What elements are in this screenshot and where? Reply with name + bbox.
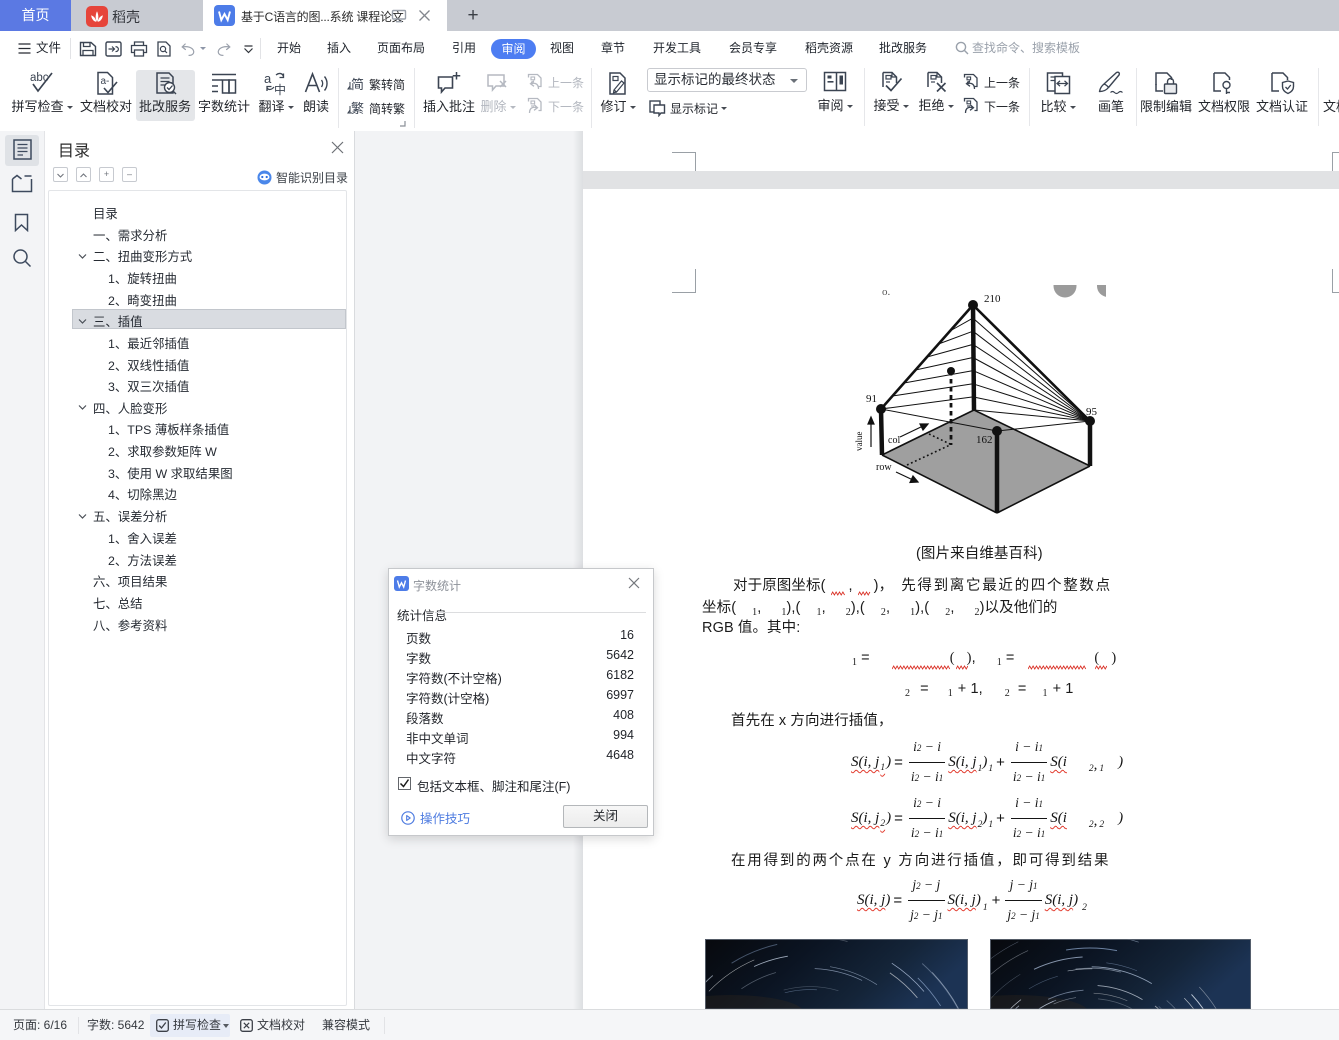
svg-text:a: a [264,71,272,86]
svg-text:简: 简 [351,77,364,92]
svg-text:value: value [854,432,864,452]
svg-text:中: 中 [274,82,286,96]
svg-text:210: 210 [984,293,1001,305]
svg-text:abc: abc [30,72,49,84]
svg-text:95: 95 [1086,406,1098,418]
svg-text:a-: a- [101,76,110,87]
svg-text:row: row [876,462,892,473]
svg-text:o.: o. [882,286,891,298]
svg-text:91: 91 [866,393,877,405]
svg-text:繁: 繁 [351,101,364,116]
svg-text:162: 162 [976,434,993,446]
svg-text:col: col [888,435,900,446]
